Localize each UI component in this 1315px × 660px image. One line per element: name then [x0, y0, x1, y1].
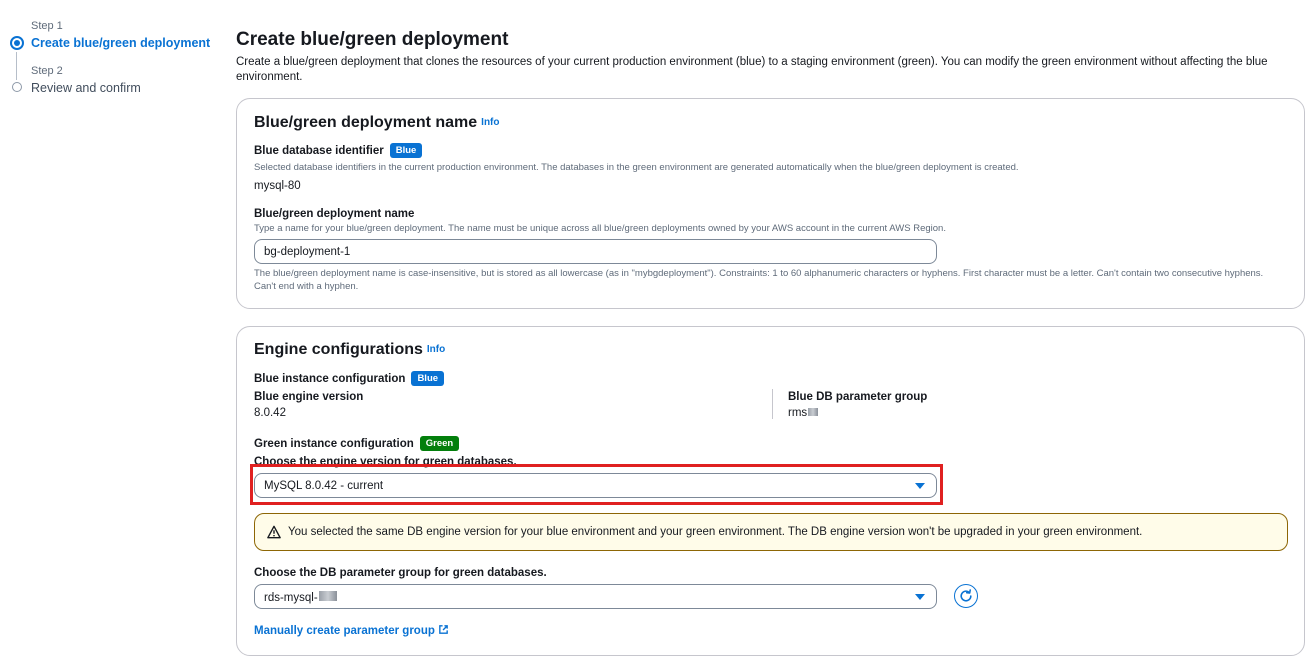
blue-engine-version-value: 8.0.42	[254, 407, 286, 419]
blue-badge: Blue	[389, 143, 423, 158]
warning-alert: You selected the same DB engine version …	[254, 513, 1288, 551]
step-2-title[interactable]: Review and confirm	[31, 81, 141, 95]
param-group-select-value: rds-mysql-	[264, 591, 337, 604]
external-link-icon	[439, 625, 448, 634]
deployment-name-panel-title: Blue/green deployment name Info	[254, 114, 500, 132]
deployment-name-constraints: The blue/green deployment name is case-i…	[254, 268, 1264, 292]
page-description: Create a blue/green deployment that clon…	[236, 56, 1268, 83]
blue-db-identifier-text: Blue database identifier	[254, 145, 384, 157]
blue-param-group-text: rms	[788, 407, 808, 419]
warning-icon	[267, 525, 281, 539]
green-badge: Green	[419, 436, 460, 451]
warning-alert-text: You selected the same DB engine version …	[288, 526, 1143, 538]
blue-engine-version-label: Blue engine version	[254, 391, 364, 403]
deployment-name-input[interactable]	[254, 239, 937, 264]
step-1-label: Step 1	[31, 20, 63, 32]
engine-configurations-panel-title: Engine configurations Info	[254, 341, 445, 359]
blue-instance-config-text: Blue instance configuration	[254, 373, 406, 385]
info-link[interactable]: Info	[481, 117, 499, 128]
wizard-steps: Step 1 Create blue/green deployment Step…	[0, 0, 220, 660]
green-instance-config-label: Green instance configuration Green	[254, 436, 460, 451]
blue-instance-config-label: Blue instance configuration Blue	[254, 371, 445, 386]
manual-param-group-link[interactable]: Manually create parameter group	[254, 624, 449, 637]
blue-db-identifier-label: Blue database identifier Blue	[254, 143, 423, 158]
page-title: Create blue/green deployment	[236, 29, 509, 50]
engine-version-select[interactable]: MySQL 8.0.42 - current	[254, 473, 937, 498]
column-divider	[772, 389, 773, 419]
engine-version-select-value: MySQL 8.0.42 - current	[264, 480, 384, 492]
blue-param-group-value: rms	[788, 407, 819, 419]
manual-param-group-link-text[interactable]: Manually create parameter group	[254, 625, 435, 637]
blue-db-identifier-description: Selected database identifiers in the cur…	[254, 162, 1019, 173]
deployment-name-description: Type a name for your blue/green deployme…	[254, 223, 946, 234]
step-1-indicator-icon	[10, 36, 24, 50]
param-group-select-label: Choose the DB parameter group for green …	[254, 567, 547, 579]
redacted-mask	[318, 591, 337, 601]
refresh-button[interactable]	[954, 584, 978, 608]
deployment-name-panel: Blue/green deployment name Info Blue data…	[236, 98, 1305, 309]
refresh-icon	[960, 589, 972, 602]
step-2[interactable]: Step 2 Review and confirm	[31, 65, 141, 95]
caret-down-icon	[915, 483, 925, 489]
step-1[interactable]: Step 1 Create blue/green deployment	[31, 20, 210, 50]
engine-configurations-heading: Engine configurations	[254, 341, 423, 358]
green-instance-config-text: Green instance configuration	[254, 438, 414, 450]
step-connector	[16, 52, 17, 80]
step-2-label: Step 2	[31, 65, 63, 77]
engine-configurations-panel: Engine configurations Info Blue instance …	[236, 326, 1305, 656]
info-link[interactable]: Info	[427, 344, 445, 355]
caret-down-icon	[915, 594, 925, 600]
step-1-title[interactable]: Create blue/green deployment	[31, 36, 210, 50]
param-group-select[interactable]: rds-mysql-	[254, 584, 937, 609]
param-group-select-text: rds-mysql-	[264, 592, 318, 604]
deployment-name-label: Blue/green deployment name	[254, 208, 415, 220]
step-2-indicator-icon	[12, 82, 22, 92]
redacted-mask	[808, 408, 819, 416]
blue-db-identifier-value: mysql-80	[254, 180, 301, 192]
blue-badge: Blue	[411, 371, 445, 386]
blue-param-group-label: Blue DB parameter group	[788, 391, 928, 403]
deployment-name-heading: Blue/green deployment name	[254, 114, 478, 131]
